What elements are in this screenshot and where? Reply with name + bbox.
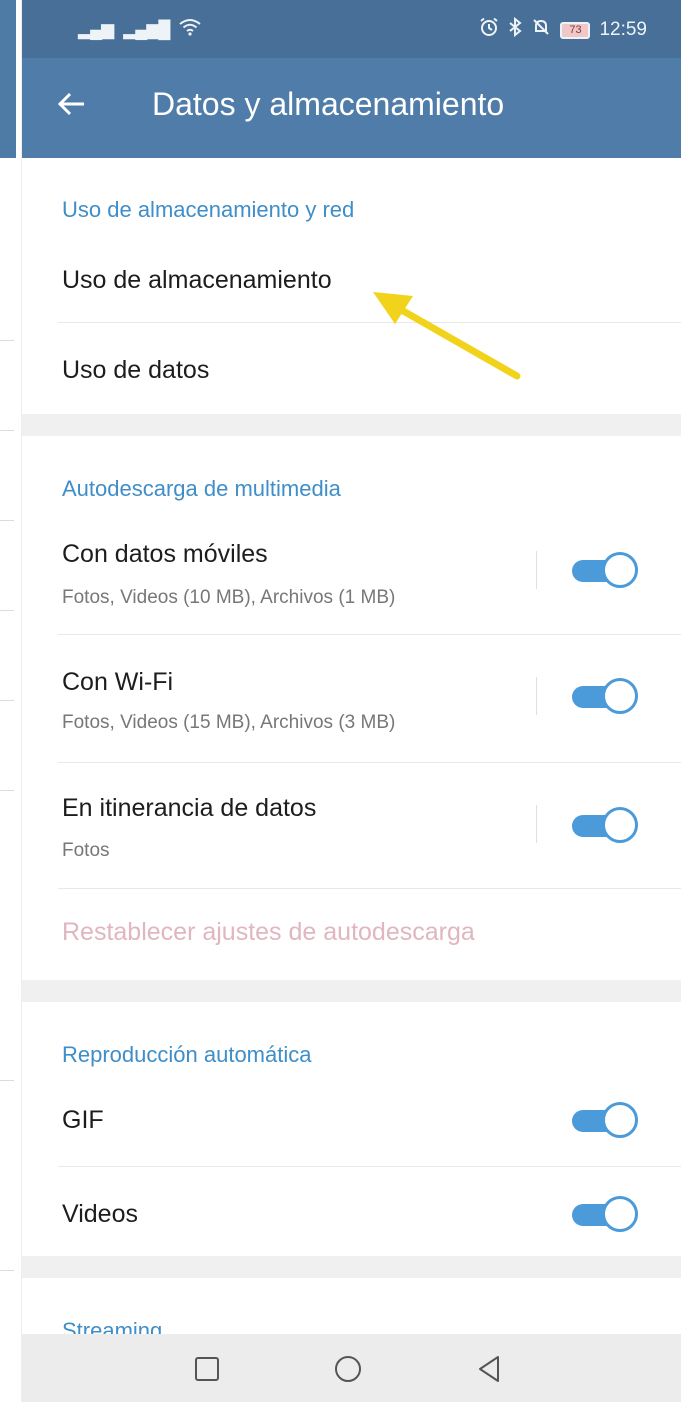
signal-icon: ▂▄▆ bbox=[78, 20, 114, 39]
navigation-bar bbox=[22, 1334, 681, 1402]
previous-screen-header bbox=[0, 0, 16, 158]
mobile-data-item-title[interactable]: Con datos móviles bbox=[62, 540, 268, 569]
videos-item-title[interactable]: Videos bbox=[62, 1200, 138, 1229]
section-gap bbox=[22, 1256, 681, 1278]
section-gap bbox=[22, 414, 681, 436]
previous-screen-divider bbox=[0, 1080, 14, 1081]
signal-icon: ▂▄▆█ bbox=[123, 20, 170, 39]
gif-toggle[interactable] bbox=[572, 1100, 638, 1140]
section-header-autoplay: Reproducción automática bbox=[62, 1042, 312, 1067]
wifi-icon bbox=[179, 18, 202, 42]
settings-screen: ▂▄▆ ▂▄▆█ 73 12:59 Datos y almacenamiento… bbox=[22, 0, 681, 1402]
wifi-item-detail: Fotos, Videos (15 MB), Archivos (3 MB) bbox=[62, 712, 396, 733]
previous-screen-divider bbox=[0, 1270, 14, 1271]
previous-screen-divider bbox=[0, 610, 14, 611]
roaming-toggle[interactable] bbox=[572, 805, 638, 845]
roaming-item-title[interactable]: En itinerancia de datos bbox=[62, 794, 316, 823]
vertical-separator bbox=[536, 551, 537, 589]
alarm-icon bbox=[479, 17, 499, 43]
back-arrow-icon[interactable] bbox=[54, 86, 94, 126]
status-bar: ▂▄▆ ▂▄▆█ 73 12:59 bbox=[22, 0, 681, 58]
recent-apps-icon[interactable] bbox=[190, 1352, 224, 1386]
bluetooth-icon bbox=[508, 16, 523, 43]
divider bbox=[58, 762, 681, 763]
reset-autodownload-button[interactable]: Restablecer ajustes de autodescarga bbox=[62, 918, 475, 947]
videos-toggle[interactable] bbox=[572, 1194, 638, 1234]
previous-screen-divider bbox=[0, 340, 14, 341]
previous-screen-divider bbox=[0, 790, 14, 791]
clock: 12:59 bbox=[599, 19, 647, 40]
battery-icon: 73 bbox=[560, 21, 591, 39]
wifi-toggle[interactable] bbox=[572, 676, 638, 716]
home-icon[interactable] bbox=[331, 1352, 365, 1386]
previous-screen-edge bbox=[0, 0, 22, 1402]
page-title: Datos y almacenamiento bbox=[152, 86, 505, 122]
app-bar: Datos y almacenamiento bbox=[22, 58, 681, 158]
previous-screen-divider bbox=[0, 430, 14, 431]
vertical-separator bbox=[536, 677, 537, 715]
section-header-autodownload: Autodescarga de multimedia bbox=[62, 476, 341, 501]
divider bbox=[58, 888, 681, 889]
section-header-storage: Uso de almacenamiento y red bbox=[62, 197, 355, 222]
roaming-item-detail: Fotos bbox=[62, 840, 110, 861]
mobile-data-toggle[interactable] bbox=[572, 550, 638, 590]
mute-bell-icon bbox=[531, 17, 551, 43]
previous-screen-divider bbox=[0, 520, 14, 521]
wifi-item-title[interactable]: Con Wi-Fi bbox=[62, 668, 173, 697]
storage-usage-item[interactable]: Uso de almacenamiento bbox=[62, 266, 332, 295]
annotation-arrow-icon bbox=[373, 292, 521, 380]
back-nav-icon[interactable] bbox=[472, 1352, 506, 1386]
divider bbox=[58, 634, 681, 635]
previous-screen-divider bbox=[0, 700, 14, 701]
mobile-data-item-detail: Fotos, Videos (10 MB), Archivos (1 MB) bbox=[62, 587, 396, 608]
section-gap bbox=[22, 980, 681, 1002]
data-usage-item[interactable]: Uso de datos bbox=[62, 356, 209, 385]
vertical-separator bbox=[536, 805, 537, 843]
divider bbox=[58, 1166, 681, 1167]
gif-item-title[interactable]: GIF bbox=[62, 1106, 104, 1135]
